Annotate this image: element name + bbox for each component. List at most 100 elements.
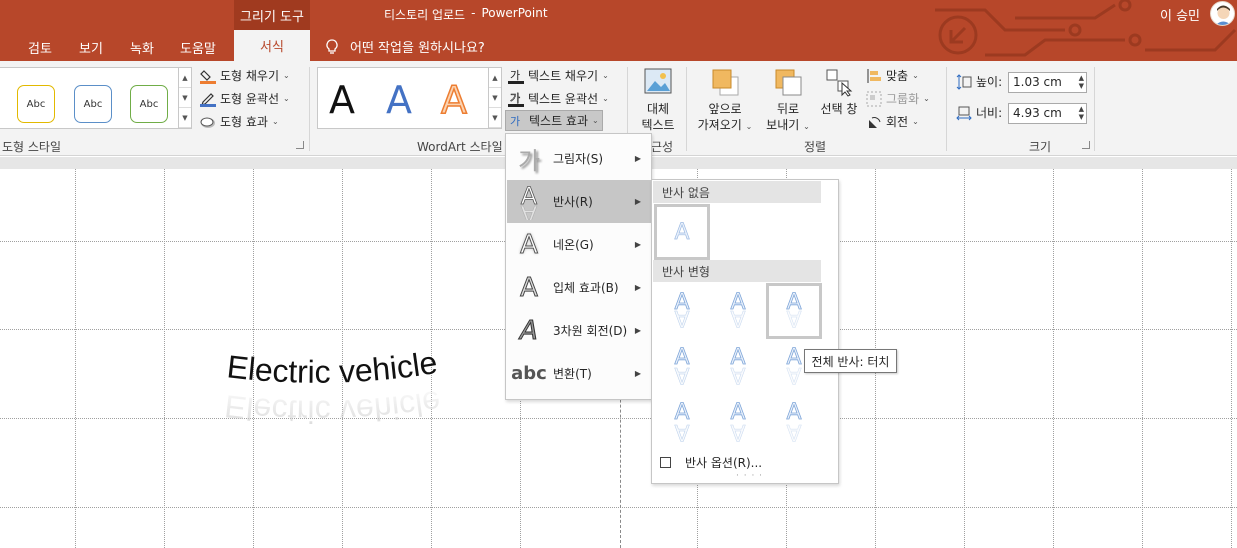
reflection-variation-option[interactable]: AA <box>654 338 710 394</box>
lightbulb-icon <box>326 38 338 54</box>
tab-view[interactable]: 보기 <box>79 38 103 57</box>
menu-item-glow[interactable]: A 네온(G) ▶ <box>507 223 651 266</box>
wordart-gallery[interactable]: A A A ▲ ▼ ▼ <box>317 67 502 129</box>
spin-buttons[interactable]: ▲ ▼ <box>1079 105 1084 121</box>
reflection-variation-option[interactable]: AA <box>710 393 766 449</box>
chevron-right-icon: ▶ <box>634 154 641 163</box>
wordart-text-box[interactable]: Electric vehicle Electric vehicle <box>222 349 462 439</box>
rotate-button[interactable]: 회전 ⌄ <box>866 113 919 130</box>
wordart-preset-black[interactable]: A <box>329 78 355 122</box>
group-separator <box>686 67 687 151</box>
menu-item-shadow[interactable]: 가 그림자(S) ▶ <box>507 137 651 180</box>
3d-rotation-effect-icon: A <box>516 315 542 346</box>
reflection-preview-icon: AA <box>674 290 690 331</box>
menu-item-transform[interactable]: abc 변환(T) ▶ <box>507 352 651 395</box>
text-fill-button[interactable]: 가 텍스트 채우기 ⌄ <box>508 67 609 84</box>
shape-style-gallery[interactable]: Abc Abc Abc ▲ ▼ ▼ <box>0 67 192 129</box>
svg-text:가: 가 <box>510 115 520 128</box>
width-input[interactable]: 4.93 cm ▲ ▼ <box>1008 103 1087 124</box>
reflection-preview-icon: AA <box>674 345 690 388</box>
text-effects-menu: 가 그림자(S) ▶ A A 반사(R) ▶ A 네온(G) ▶ A 입체 효과… <box>505 133 652 400</box>
pencil-icon <box>200 91 216 107</box>
tab-review[interactable]: 검토 <box>28 38 52 57</box>
height-icon <box>956 73 972 90</box>
rotate-icon <box>866 114 882 130</box>
selection-pane-button[interactable]: 선택 창 <box>816 67 862 117</box>
shadow-effect-icon: 가 <box>517 147 541 175</box>
text-outline-icon: 가 <box>508 91 524 107</box>
menu-item-reflection[interactable]: A A 반사(R) ▶ <box>507 180 651 223</box>
reflection-variation-option[interactable]: AA <box>654 393 710 449</box>
svg-text:A: A <box>730 305 745 330</box>
gallery-more-icon[interactable]: ▼ <box>489 108 501 128</box>
wordart-preset-orange[interactable]: A <box>440 77 468 123</box>
chevron-right-icon: ▶ <box>634 240 641 249</box>
width-icon <box>956 105 972 121</box>
avatar[interactable] <box>1210 1 1235 26</box>
text-effects-button[interactable]: 가 텍스트 효과 ⌄ <box>505 110 603 131</box>
bring-forward-button[interactable]: 앞으로 가져오기 ⌄ <box>693 67 757 135</box>
svg-text:A: A <box>730 419 745 443</box>
svg-text:A: A <box>786 305 801 330</box>
reflection-submenu: 반사 없음 A 반사 변형 반사 옵션(R)... · · · · AAAAAA… <box>651 179 839 484</box>
chevron-down-icon: ⌄ <box>271 117 279 126</box>
height-label: 높이: <box>956 73 1002 90</box>
scroll-down-icon[interactable]: ▼ <box>489 88 501 108</box>
dialog-launcher-icon[interactable] <box>296 141 304 149</box>
reflection-variation-option[interactable]: AA <box>766 393 822 449</box>
menu-item-bevel[interactable]: A 입체 효과(B) ▶ <box>507 266 651 309</box>
spin-buttons[interactable]: ▲ ▼ <box>1079 74 1084 90</box>
menu-item-3d-rotation[interactable]: A 3차원 회전(D) ▶ <box>507 309 651 352</box>
align-button[interactable]: 맞춤 ⌄ <box>866 67 919 84</box>
scroll-up-icon[interactable]: ▲ <box>179 68 191 88</box>
text-effects-icon: 가 <box>509 113 525 129</box>
send-backward-button[interactable]: 뒤로 보내기 ⌄ <box>760 67 816 135</box>
group-separator <box>946 67 947 151</box>
reflection-variation-option[interactable]: AA <box>710 283 766 339</box>
shape-fill-button[interactable]: 도형 채우기 ⌄ <box>200 67 290 84</box>
dialog-launcher-icon[interactable] <box>1082 141 1090 149</box>
tab-help[interactable]: 도움말 <box>180 38 216 57</box>
group-label-size: 크기 <box>1029 140 1052 154</box>
scroll-down-icon[interactable]: ▼ <box>179 88 191 108</box>
reflection-none-option[interactable]: A <box>654 204 710 260</box>
tab-format[interactable]: 서식 <box>234 30 310 61</box>
user-name[interactable]: 이 승민 <box>1160 5 1200 24</box>
group-label-shape-styles: 도형 스타일 <box>2 140 62 154</box>
text-fill-icon: 가 <box>508 68 524 84</box>
tell-me-search[interactable]: 어떤 작업을 원하시나요? <box>326 37 485 56</box>
group-button[interactable]: 그룹화 ⌄ <box>866 90 930 107</box>
gallery-more-icon[interactable]: ▼ <box>179 108 191 128</box>
gridline <box>164 169 165 548</box>
text-outline-button[interactable]: 가 텍스트 윤곽선 ⌄ <box>508 90 609 107</box>
chevron-right-icon: ▶ <box>634 197 641 206</box>
shape-style-preset[interactable]: Abc <box>17 85 55 123</box>
wordart-preset-blue[interactable]: A <box>386 78 412 122</box>
reflection-variation-option[interactable]: AA <box>654 283 710 339</box>
shape-outline-button[interactable]: 도형 윤곽선 ⌄ <box>200 90 290 107</box>
gallery-scroll[interactable]: ▲ ▼ ▼ <box>488 68 501 128</box>
gallery-scroll[interactable]: ▲ ▼ ▼ <box>178 68 191 128</box>
reflection-variation-option[interactable]: AA <box>766 283 822 339</box>
alt-text-button[interactable]: 대체 텍스트 <box>638 67 678 133</box>
reflection-options-item[interactable]: 반사 옵션(R)... <box>660 454 762 471</box>
shape-effects-button[interactable]: 도형 효과 ⌄ <box>200 113 279 130</box>
reflection-preview-icon: AA <box>786 400 802 443</box>
reflection-preview-icon: AA <box>730 345 746 388</box>
reflection-preview-icon: AA <box>730 290 746 331</box>
wordart-text: Electric vehicle <box>225 349 439 390</box>
group-label-accessibility: 근성 <box>651 140 674 154</box>
chevron-right-icon: ▶ <box>634 283 641 292</box>
resize-grip-icon[interactable]: · · · · <box>736 471 763 481</box>
reflection-preview-icon: AA <box>730 400 746 443</box>
reflection-effect-icon: A A <box>507 184 551 220</box>
svg-text:Electric vehicle: Electric vehicle <box>223 384 443 430</box>
file-name: 티스토리 업로드 <box>384 8 466 22</box>
wordart-reflection: Electric vehicle <box>223 384 443 430</box>
height-input[interactable]: 1.03 cm ▲ ▼ <box>1008 72 1087 93</box>
shape-style-preset[interactable]: Abc <box>74 85 112 123</box>
scroll-up-icon[interactable]: ▲ <box>489 68 501 88</box>
shape-style-preset[interactable]: Abc <box>130 85 168 123</box>
reflection-variation-option[interactable]: AA <box>710 338 766 394</box>
tab-recording[interactable]: 녹화 <box>130 38 154 57</box>
